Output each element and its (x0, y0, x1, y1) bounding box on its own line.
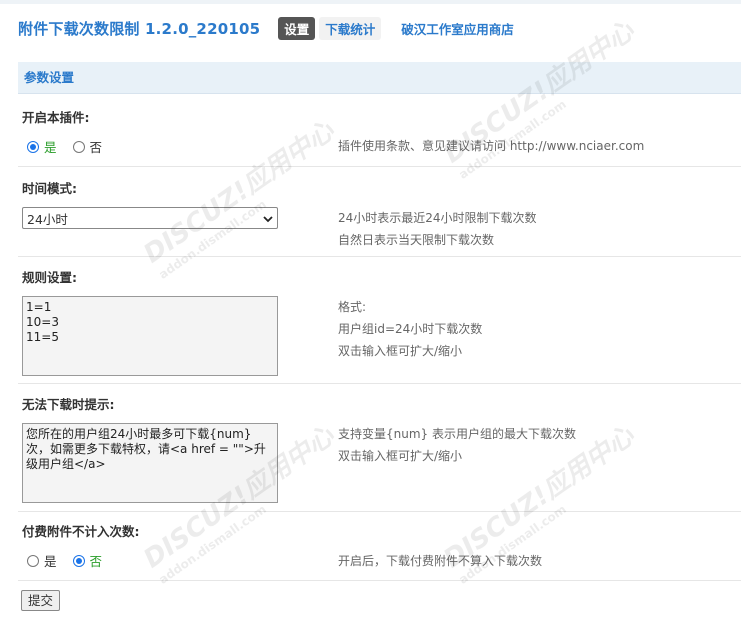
tab-download-stats[interactable]: 下载统计 (319, 16, 382, 40)
divider (18, 580, 741, 581)
time-mode-select[interactable]: 24小时 (22, 207, 278, 229)
divider (18, 511, 741, 512)
paid-exclude-yes-radio[interactable] (27, 554, 39, 567)
chevron-down-icon (263, 211, 273, 226)
enable-no-radio[interactable] (72, 140, 85, 153)
enable-tip: 插件使用条款、意见建议请访问 http://www.nciaer.com (338, 139, 645, 153)
rules-textarea[interactable]: 1=1 10=3 11=5 (22, 296, 278, 376)
enable-yes-radio[interactable] (27, 140, 39, 153)
enable-label: 开启本插件: (22, 110, 90, 125)
paid-exclude-yes-label[interactable]: 是 (44, 551, 57, 570)
tab-settings[interactable]: 设置 (278, 16, 316, 40)
paid-exclude-tip: 开启后，下载付费附件不算入下载次数 (338, 554, 543, 568)
tip-line: 双击输入框可扩大/缩小 (338, 449, 463, 463)
divider (18, 166, 741, 167)
enable-no-label[interactable]: 否 (90, 137, 103, 156)
rules-tips: 格式: 用户组id=24小时下载次数 双击输入框可扩大/缩小 (338, 296, 482, 362)
paid-exclude-radio-group: 是 否 (27, 551, 102, 570)
paid-exclude-label: 付费附件不计入次数: (22, 524, 140, 539)
divider (18, 383, 741, 384)
tab-app-store[interactable]: 破汉工作室应用商店 (395, 17, 520, 40)
rules-label: 规则设置: (22, 270, 77, 285)
submit-button[interactable]: 提交 (21, 590, 61, 611)
time-mode-label: 时间模式: (22, 181, 77, 196)
paid-exclude-no-radio[interactable] (72, 554, 85, 567)
limit-message-label: 无法下载时提示: (22, 397, 115, 412)
app-title: 附件下载次数限制 1.2.0_220105 (18, 19, 261, 38)
time-mode-value: 24小时 (27, 211, 68, 227)
section-title: 参数设置 (18, 62, 741, 94)
tip-line: 支持变量{num} 表示用户组的最大下载次数 (338, 427, 576, 441)
tip-line: 24小时表示最近24小时限制下载次数 (338, 211, 537, 225)
tip-line: 用户组id=24小时下载次数 (338, 322, 483, 336)
paid-exclude-no-label[interactable]: 否 (90, 551, 103, 570)
tip-line: 格式: (338, 300, 367, 314)
divider (18, 256, 741, 257)
tip-line: 双击输入框可扩大/缩小 (338, 344, 463, 358)
top-bar: 附件下载次数限制 1.2.0_220105 设置 下载统计 破汉工作室应用商店 (0, 0, 741, 52)
limit-message-tips: 支持变量{num} 表示用户组的最大下载次数 双击输入框可扩大/缩小 (338, 423, 576, 467)
enable-yes-label[interactable]: 是 (44, 137, 57, 156)
enable-radio-group: 是 否 (27, 137, 102, 156)
time-mode-tips: 24小时表示最近24小时限制下载次数 自然日表示当天限制下载次数 (338, 207, 537, 251)
tip-line: 自然日表示当天限制下载次数 (338, 233, 495, 247)
limit-message-textarea[interactable]: 您所在的用户组24小时最多可下载{num}次，如需更多下载特权，请<a href… (22, 423, 278, 503)
